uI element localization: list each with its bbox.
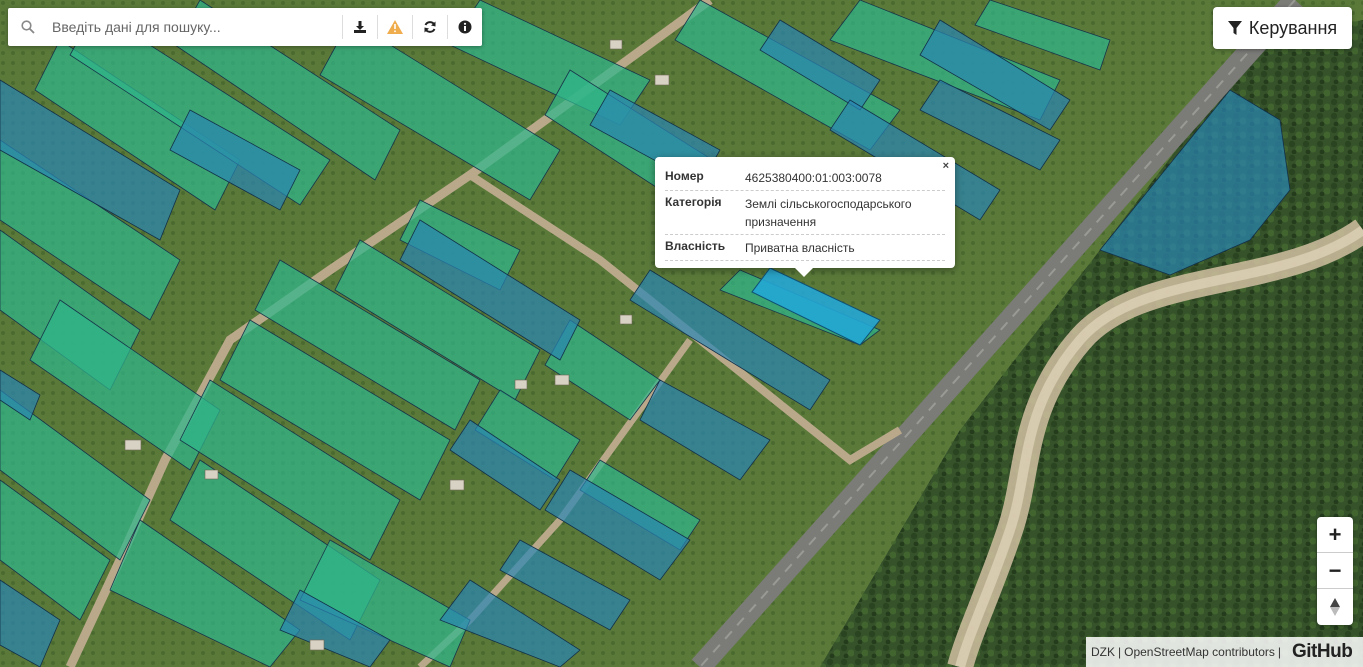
map-canvas[interactable] (0, 0, 1363, 667)
attribution-separator: | (1277, 645, 1281, 659)
popup-row-ownership: Власність Приватна власність (665, 235, 945, 261)
info-button[interactable] (447, 15, 482, 39)
refresh-button[interactable] (412, 15, 447, 39)
info-icon (458, 20, 472, 34)
warning-icon (387, 20, 403, 34)
popup-row-number: Номер 4625380400:01:003:0078 (665, 165, 945, 191)
zoom-controls: + − (1317, 517, 1353, 625)
satellite-imagery (0, 0, 1363, 667)
parcel-info-popup: × Номер 4625380400:01:003:0078 Категорія… (655, 157, 955, 277)
attribution-osm[interactable]: OpenStreetMap contributors (1124, 645, 1275, 659)
attribution-dzk[interactable]: DZK (1091, 645, 1115, 659)
popup-tip (794, 267, 814, 277)
warning-button[interactable] (377, 15, 412, 39)
popup-value: Землі сільськогосподарського призначення (745, 197, 912, 229)
refresh-icon (424, 21, 436, 33)
search-icon[interactable] (8, 8, 48, 46)
attribution-separator: | (1118, 645, 1122, 659)
download-button[interactable] (342, 15, 377, 39)
search-bar (8, 8, 482, 46)
popup-key: Власність (665, 239, 726, 253)
popup-value: 4625380400:01:003:0078 (745, 171, 882, 185)
reset-north-button[interactable] (1317, 589, 1353, 625)
control-button-label: Керування (1248, 17, 1338, 38)
popup-row-category: Категорія Землі сільськогосподарського п… (665, 191, 945, 235)
control-button[interactable]: Керування (1213, 7, 1352, 49)
popup-value: Приватна власність (745, 241, 855, 255)
map-attribution: DZK | OpenStreetMap contributors | GitHu… (1086, 637, 1363, 667)
filter-icon (1227, 20, 1242, 35)
popup-key: Номер (665, 169, 704, 183)
popup-key: Категорія (665, 195, 722, 209)
zoom-out-button[interactable]: − (1317, 553, 1353, 589)
github-logo[interactable]: GitHub (1292, 641, 1353, 663)
search-input[interactable] (48, 8, 342, 46)
close-icon[interactable]: × (943, 160, 949, 172)
zoom-in-button[interactable]: + (1317, 517, 1353, 553)
download-icon (354, 21, 366, 33)
north-arrow-icon (1330, 598, 1340, 616)
